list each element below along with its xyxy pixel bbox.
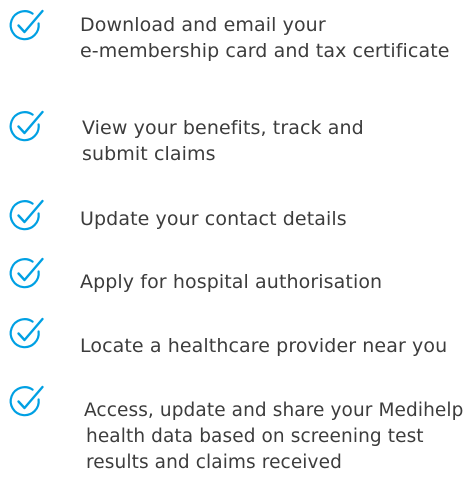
- feature-line: results and claims received: [86, 452, 342, 473]
- feature-text: Apply for hospital authorisation: [80, 269, 382, 295]
- feature-text: Update your contact details: [80, 206, 347, 232]
- feature-line: View your benefits, track and: [82, 117, 364, 139]
- check-circle-icon: [6, 382, 46, 422]
- feature-text: Locate a healthcare provider near you: [80, 333, 447, 359]
- feature-text: View your benefits, track and submit cla…: [82, 115, 364, 167]
- feature-line: Update your contact details: [80, 208, 347, 230]
- feature-line: Download and email your: [80, 14, 326, 36]
- feature-line: Apply for hospital authorisation: [80, 271, 383, 293]
- feature-text: Download and email your e-membership car…: [80, 12, 450, 64]
- feature-line: health data based on screening test: [86, 426, 424, 447]
- feature-line: e-membership card and tax certificate: [80, 40, 450, 62]
- feature-line: submit claims: [82, 143, 216, 165]
- feature-list: Download and email your e-membership car…: [0, 0, 473, 486]
- feature-line: Locate a healthcare provider near you: [80, 335, 448, 357]
- feature-line: Access, update and share your Medihelp: [84, 400, 464, 421]
- check-circle-icon: [6, 6, 46, 46]
- check-circle-icon: [6, 196, 46, 236]
- check-circle-icon: [6, 107, 46, 147]
- check-circle-icon: [6, 314, 46, 354]
- check-circle-icon: [6, 254, 46, 294]
- feature-text: Access, update and share your Medihelp h…: [84, 398, 464, 476]
